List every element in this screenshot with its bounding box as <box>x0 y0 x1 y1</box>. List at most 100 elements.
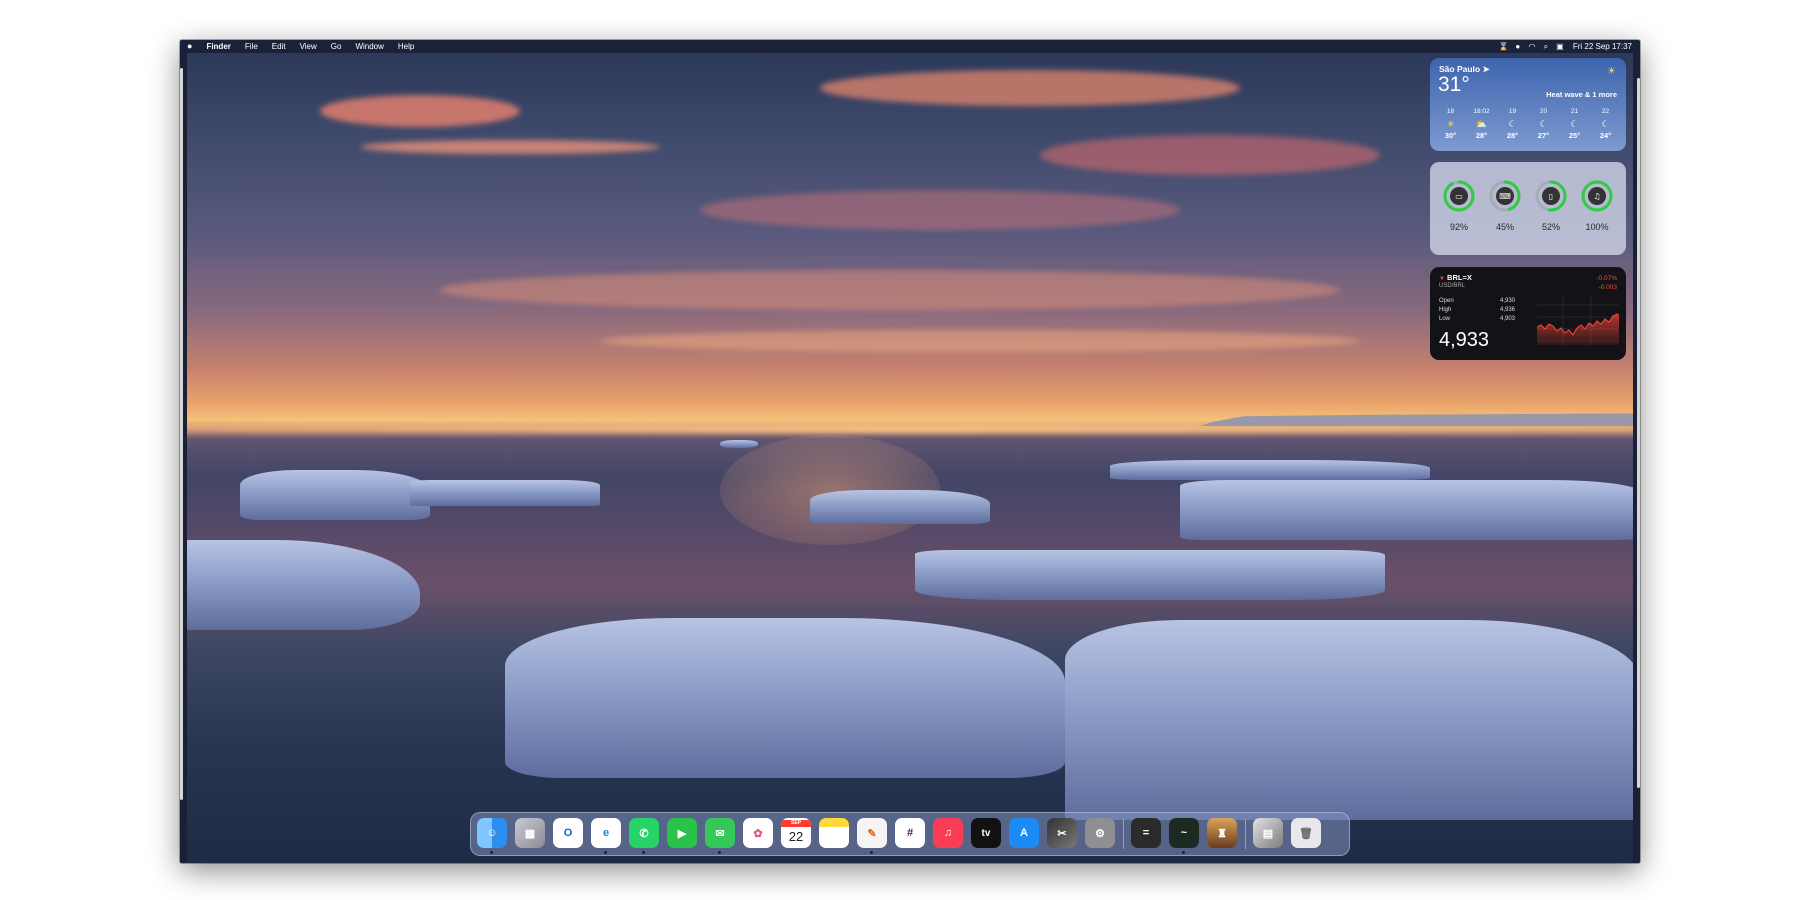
notes-icon[interactable] <box>819 818 849 848</box>
desktop-screen: ● Finder File Edit View Go Window Help ⌛… <box>180 40 1640 863</box>
left-drag-handle[interactable] <box>180 68 183 800</box>
menu-edit[interactable]: Edit <box>265 40 293 53</box>
battery-item: ▯ 52% <box>1529 178 1573 232</box>
wifi-icon[interactable]: ◠ <box>1525 40 1539 53</box>
mac-icon: ▭ <box>1455 192 1463 201</box>
stock-sparkline <box>1537 295 1619 345</box>
calculator-icon[interactable]: = <box>1131 818 1161 848</box>
weather-temperature: 31° <box>1438 73 1470 96</box>
forecast-item: 20 ☾ 27° <box>1528 106 1559 142</box>
forecast-temp: 24° <box>1599 131 1612 140</box>
apple-logo-icon[interactable]: ● <box>180 40 199 53</box>
appletv-icon[interactable]: tv <box>971 818 1001 848</box>
running-indicator <box>642 851 645 854</box>
battery-item: ▭ 92% <box>1437 178 1481 232</box>
forecast-item: 21 ☾ 25° <box>1559 106 1590 142</box>
weather-widget[interactable]: São Paulo ➤ 31° ☀ Heat wave & 1 more 18 ☀… <box>1430 58 1626 151</box>
stock-change-pct: -0.07% <box>1596 275 1617 282</box>
weather-forecast: 18 ☀ 30° 18:02 ⛅ 28° 19 ☾ 28° 20 ☾ 27° 21 ☾ 25° 22… <box>1435 106 1621 142</box>
menu-bar: ● Finder File Edit View Go Window Help ⌛… <box>180 40 1640 53</box>
running-indicator <box>718 851 721 854</box>
edge-icon[interactable]: e <box>591 818 621 854</box>
forecast-temp: 28° <box>1506 131 1519 140</box>
finder-icon[interactable]: ☺ <box>477 818 507 854</box>
game-icon[interactable]: ♜ <box>1207 818 1237 848</box>
battery-ring: ▯ <box>1535 180 1567 212</box>
moon-icon: ☾ <box>1508 119 1517 129</box>
forecast-hour: 18:02 <box>1473 108 1490 115</box>
messages-icon[interactable]: ✉ <box>705 818 735 854</box>
forecast-hour: 19 <box>1508 108 1517 115</box>
forecast-temp: 25° <box>1568 131 1581 140</box>
dock: ☺ ▦ Oe ✆ ▶ ✉ ✿ SEP 22 ✎ # ♫ tv A ✂ ⚙ = ~ ♜ ▤ 🗑 <box>470 812 1350 856</box>
battery-percent: 45% <box>1495 222 1514 232</box>
forecast-temp: 28° <box>1475 131 1488 140</box>
slack-icon[interactable]: # <box>895 818 925 848</box>
mouse-icon: ▯ <box>1549 192 1553 201</box>
activity-monitor-icon[interactable]: ~ <box>1169 818 1199 854</box>
moon-icon: ☾ <box>1539 119 1548 129</box>
pixelmator-icon[interactable]: ✎ <box>857 818 887 854</box>
trash-icon[interactable]: 🗑 <box>1291 818 1321 848</box>
tv-label: tv <box>981 827 991 839</box>
photos-icon[interactable]: ✿ <box>743 818 773 848</box>
stock-stats: Open 4,930 High 4,936 Low 4,903 <box>1439 297 1515 324</box>
battery-list: ▭ 92% ⌨ 45% ▯ 52% ♫ 100% <box>1436 178 1620 232</box>
downloads-stack-icon[interactable]: ▤ <box>1253 818 1283 848</box>
forecast-hour: 18 <box>1446 108 1455 115</box>
launchpad-icon[interactable]: ▦ <box>515 818 545 848</box>
battery-ring: ⌨ <box>1489 180 1521 212</box>
forecast-item: 22 ☾ 24° <box>1590 106 1621 142</box>
menu-go[interactable]: Go <box>324 40 349 53</box>
moon-icon: ☾ <box>1601 119 1610 129</box>
stocks-widget[interactable]: ▼ BRL=X USD/BRL -0.07% -0.003 Open 4,930 H… <box>1430 267 1626 360</box>
menu-file[interactable]: File <box>238 40 265 53</box>
battery-percent: 52% <box>1541 222 1560 232</box>
forecast-hour: 22 <box>1601 108 1610 115</box>
user-icon[interactable]: ● <box>1511 40 1525 53</box>
forecast-hour: 21 <box>1570 108 1579 115</box>
menu-window[interactable]: Window <box>348 40 390 53</box>
screen-time-icon[interactable]: ⌛ <box>1497 40 1511 53</box>
stock-row-high: High 4,936 <box>1439 307 1515 313</box>
battery-percent: 100% <box>1585 222 1609 232</box>
forecast-hour: 20 <box>1539 108 1548 115</box>
app-store-icon[interactable]: A <box>1009 818 1039 848</box>
stock-change-abs: -0.003 <box>1598 284 1617 291</box>
sun-icon: ☀ <box>1446 119 1455 129</box>
running-indicator <box>490 851 493 854</box>
search-icon[interactable]: ⌕ <box>1539 40 1553 53</box>
menu-view[interactable]: View <box>293 40 324 53</box>
battery-item: ♫ 100% <box>1575 178 1619 232</box>
forecast-item: 19 ☾ 28° <box>1497 106 1528 142</box>
facetime-icon[interactable]: ▶ <box>667 818 697 848</box>
control-center-icon[interactable]: ▣ <box>1553 40 1567 53</box>
whatsapp-icon[interactable]: ✆ <box>629 818 659 854</box>
location-arrow-icon: ➤ <box>1482 64 1490 74</box>
final-cut-icon[interactable]: ✂ <box>1047 818 1077 848</box>
weather-condition: Heat wave & 1 more <box>1546 90 1617 99</box>
batteries-widget[interactable]: ▭ 92% ⌨ 45% ▯ 52% ♫ 100% <box>1430 162 1626 255</box>
calendar-month: SEP <box>781 819 811 827</box>
sunset-icon: ⛅ <box>1475 119 1488 129</box>
menu-bar-status: ⌛ ● ◠ ⌕ ▣ Fri 22 Sep 17:37 <box>1497 40 1632 53</box>
stock-name: USD/BRL <box>1439 283 1466 289</box>
sun-icon: ☀ <box>1607 66 1616 77</box>
battery-ring: ♫ <box>1581 180 1613 212</box>
airpods-icon: ♫ <box>1593 192 1600 201</box>
menu-clock[interactable]: Fri 22 Sep 17:37 <box>1567 40 1632 53</box>
right-drag-handle[interactable] <box>1637 78 1640 788</box>
stock-row-open: Open 4,930 <box>1439 298 1515 304</box>
settings-icon[interactable]: ⚙ <box>1085 818 1115 848</box>
music-icon[interactable]: ♫ <box>933 818 963 848</box>
running-indicator <box>870 851 873 854</box>
down-arrow-icon: ▼ <box>1439 276 1445 282</box>
battery-ring: ▭ <box>1443 180 1475 212</box>
forecast-item: 18:02 ⛅ 28° <box>1466 106 1497 142</box>
outlook-icon[interactable]: O <box>553 818 583 848</box>
stock-symbol: ▼ BRL=X <box>1439 273 1472 282</box>
calendar-icon[interactable]: SEP 22 <box>781 818 811 848</box>
battery-percent: 92% <box>1449 222 1468 232</box>
menu-app-name[interactable]: Finder <box>199 40 237 53</box>
menu-help[interactable]: Help <box>391 40 421 53</box>
